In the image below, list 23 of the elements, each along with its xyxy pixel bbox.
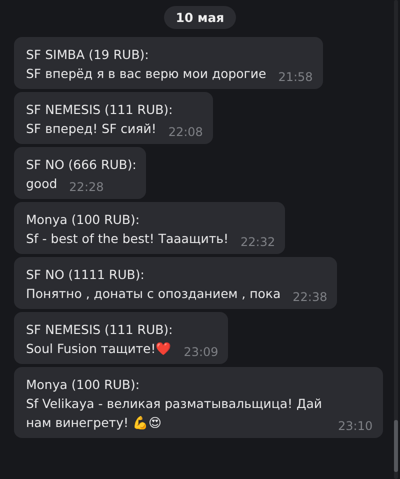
sender-name: SF SIMBA (19 RUB): — [26, 46, 150, 64]
message-text: good — [26, 175, 58, 193]
message-text: Sf - best of the best! Тааащить! — [26, 230, 229, 248]
message-time: 23:09 — [184, 344, 218, 361]
sender-name: Monya (100 RUB): — [26, 376, 141, 394]
message-text: SF вперёд я в вас верю мои дорогие — [26, 65, 266, 83]
sender-name: Monya (100 RUB): — [26, 211, 141, 229]
message-time: 22:28 — [69, 179, 104, 196]
message-text: SF вперед! SF сияй! — [26, 120, 156, 138]
scrollbar-thumb[interactable] — [394, 420, 398, 472]
message-time: 22:38 — [292, 289, 328, 306]
message-time: 23:10 — [338, 418, 373, 435]
message-text: Sf Velikaya - великая разматывальщица! Дай нам винегрету! 💪😍 — [26, 395, 324, 432]
sender-name: SF NEMESIS (111 RUB): — [26, 321, 174, 339]
date-badge: 10 мая — [164, 6, 236, 29]
message-time: 22:08 — [168, 124, 203, 141]
sender-name: SF NO (1111 RUB): — [26, 266, 146, 284]
message-time: 22:32 — [240, 234, 276, 251]
sender-name: SF NO (666 RUB): — [26, 156, 136, 174]
message-text: Понятно , донаты с опозданием , пока — [26, 285, 281, 303]
message-time: 21:58 — [278, 69, 313, 86]
sender-name: SF NEMESIS (111 RUB): — [26, 101, 174, 119]
message-text: Soul Fusion тащите!❤ — [26, 340, 172, 358]
